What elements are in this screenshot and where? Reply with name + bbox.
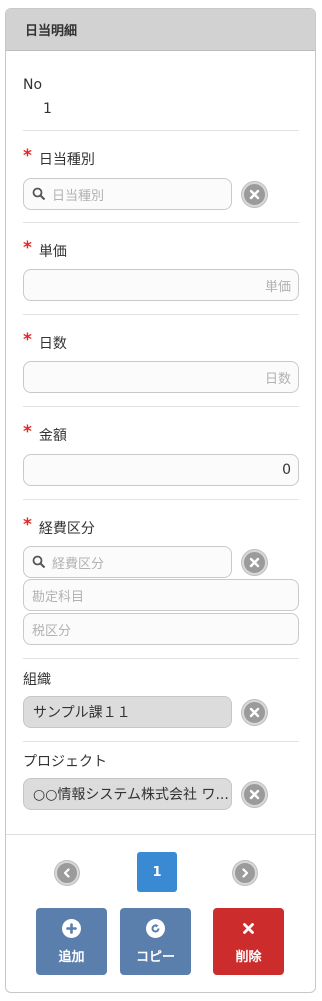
- expense-category-placeholder: 経費区分: [52, 556, 105, 572]
- previous-page-button[interactable]: [55, 861, 79, 885]
- search-icon: [32, 187, 46, 201]
- copy-button[interactable]: コピー: [120, 908, 191, 975]
- allowance-type-label: * 日当種別: [23, 145, 95, 168]
- allowance-type-search-input[interactable]: 日当種別: [23, 178, 232, 210]
- plus-icon: [62, 918, 81, 938]
- organization-field[interactable]: サンプル課１１: [23, 696, 232, 728]
- expense-category-label: * 経費区分: [23, 514, 95, 537]
- required-mark: *: [23, 514, 32, 535]
- divider: [23, 314, 299, 315]
- unit-price-label: * 単価: [23, 237, 67, 260]
- divider: [23, 658, 299, 659]
- allowance-detail-panel: 日当明細 No 1 * 日当種別 日当種別 * 単価 単価 * 日数 日数 * …: [5, 8, 316, 993]
- project-clear-button[interactable]: [242, 782, 267, 807]
- refresh-icon: [146, 918, 165, 938]
- delete-button[interactable]: 削除: [213, 908, 284, 975]
- unit-price-input[interactable]: 単価: [23, 269, 299, 301]
- divider: [23, 406, 299, 407]
- expense-category-search-input[interactable]: 経費区分: [23, 546, 232, 578]
- required-mark: *: [23, 145, 32, 166]
- close-icon: [249, 789, 260, 800]
- next-page-button[interactable]: [233, 861, 257, 885]
- panel-title: 日当明細: [6, 9, 315, 51]
- required-mark: *: [23, 237, 32, 258]
- project-field[interactable]: ○○情報システム株式会社 ワ...: [23, 778, 232, 810]
- required-mark: *: [23, 421, 32, 442]
- project-label: プロジェクト: [23, 754, 107, 770]
- chevron-left-icon: [63, 868, 70, 878]
- organization-clear-button[interactable]: [242, 700, 267, 725]
- chevron-right-icon: [242, 868, 249, 878]
- allowance-type-placeholder: 日当種別: [52, 188, 105, 204]
- divider: [23, 499, 299, 500]
- add-button[interactable]: 追加: [36, 908, 107, 975]
- no-label: No: [23, 77, 43, 93]
- no-value: 1: [43, 101, 52, 117]
- days-label: * 日数: [23, 329, 67, 352]
- amount-label: * 金額: [23, 421, 67, 444]
- x-icon: [239, 919, 258, 938]
- account-item-field: 勘定科目: [23, 579, 299, 611]
- close-icon: [249, 189, 260, 200]
- organization-label: 組織: [23, 672, 51, 688]
- close-icon: [249, 557, 260, 568]
- current-page-button[interactable]: 1: [137, 852, 177, 892]
- expense-category-clear-button[interactable]: [242, 550, 267, 575]
- allowance-type-clear-button[interactable]: [242, 182, 267, 207]
- footer-divider: [6, 834, 315, 835]
- divider: [23, 130, 299, 131]
- search-icon: [32, 555, 46, 569]
- close-icon: [249, 707, 260, 718]
- required-mark: *: [23, 329, 32, 350]
- tax-category-field: 税区分: [23, 613, 299, 645]
- divider: [23, 741, 299, 742]
- days-input[interactable]: 日数: [23, 361, 299, 393]
- divider: [23, 222, 299, 223]
- amount-input[interactable]: 0: [23, 454, 299, 486]
